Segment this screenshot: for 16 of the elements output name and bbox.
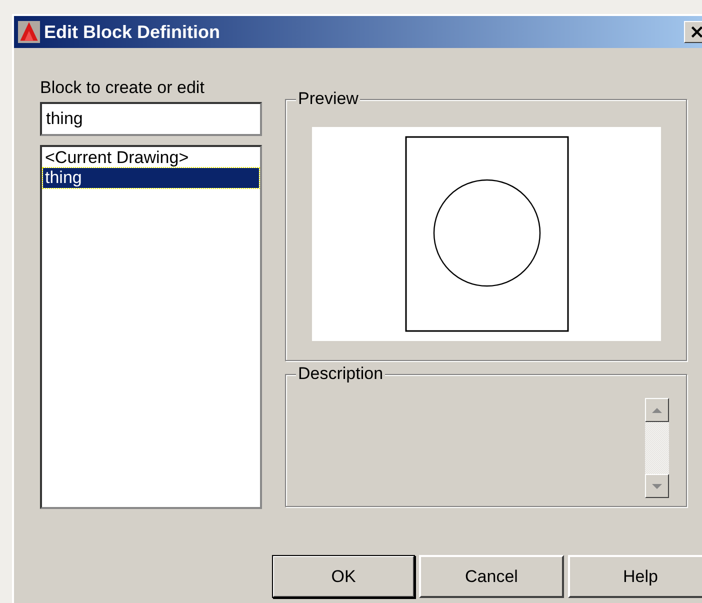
block-name-field[interactable]: thing bbox=[40, 102, 262, 136]
dialog-button[interactable]: Cancel bbox=[419, 555, 564, 598]
down-arrow-icon bbox=[652, 484, 662, 488]
up-arrow-icon bbox=[652, 408, 662, 412]
close-icon bbox=[691, 26, 702, 38]
list-item[interactable]: thing bbox=[43, 168, 259, 188]
field-label: Block to create or edit bbox=[40, 78, 206, 99]
app-icon bbox=[18, 21, 40, 43]
group-title: Description bbox=[296, 364, 386, 384]
window-title: Edit Block Definition bbox=[44, 22, 222, 42]
dialog-button[interactable]: OK bbox=[272, 555, 415, 598]
scroll-down-button[interactable] bbox=[645, 474, 669, 498]
scroll-up-button[interactable] bbox=[645, 398, 669, 422]
scrollbar[interactable] bbox=[645, 398, 669, 498]
dialog-button[interactable]: Help bbox=[568, 555, 702, 598]
list-item[interactable]: <Current Drawing> bbox=[43, 148, 259, 168]
